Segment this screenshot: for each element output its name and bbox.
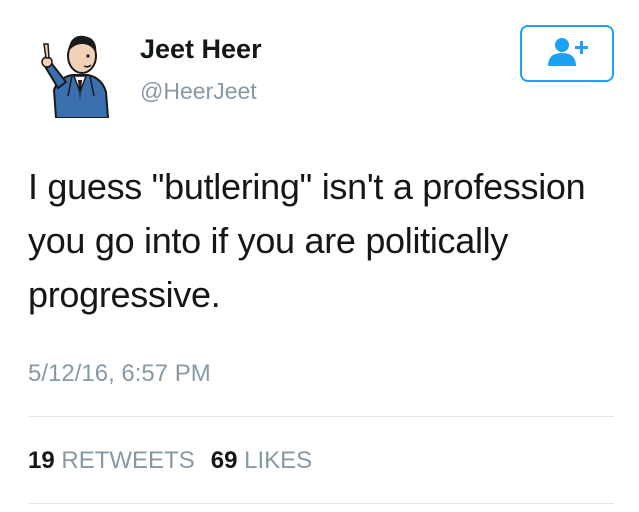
retweets-label: RETWEETS [61, 447, 195, 474]
divider [28, 416, 614, 417]
likes-stat[interactable]: 69 LIKES [211, 447, 312, 474]
likes-count: 69 [210, 447, 238, 474]
user-handle[interactable]: @HeerJeet [140, 78, 257, 105]
tweet-timestamp[interactable]: 5/12/16, 6:57 PM [28, 360, 211, 388]
retweets-stat[interactable]: 19 RETWEETS [28, 447, 195, 474]
divider [28, 503, 614, 504]
display-name[interactable]: Jeet Heer [140, 34, 262, 65]
add-user-icon [545, 35, 589, 72]
tweet-text: I guess "butlering" isn't a profession y… [28, 166, 586, 315]
tweet-stats: 19 RETWEETS 69 LIKES [28, 447, 312, 475]
retweets-count: 19 [28, 447, 55, 474]
likes-label: LIKES [244, 447, 313, 474]
avatar[interactable] [28, 20, 126, 119]
follow-button[interactable] [520, 25, 614, 82]
